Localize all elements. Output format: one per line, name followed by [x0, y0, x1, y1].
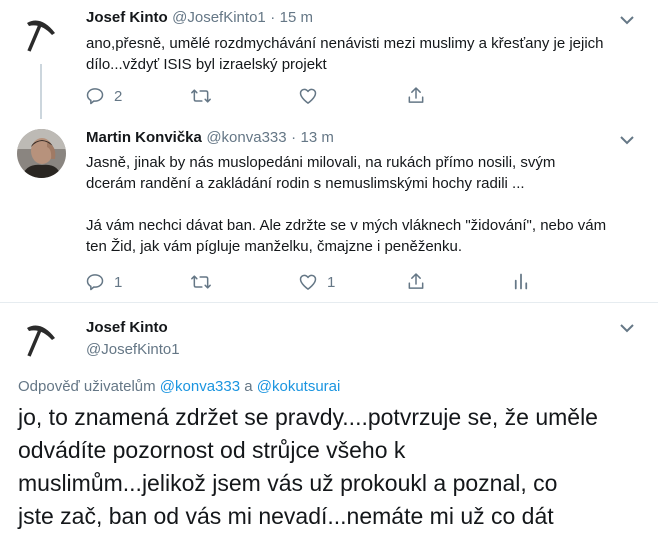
divider [0, 302, 658, 303]
author-name[interactable]: Josef Kinto [86, 319, 168, 336]
timestamp[interactable]: 15 m [280, 9, 313, 26]
avatar-josef-kinto[interactable] [17, 11, 66, 60]
reply-button[interactable]: 1 [85, 272, 122, 292]
text-line: dílo...vždyť ISIS byl izraelský projekt [86, 56, 327, 73]
text-line: odvádíte pozornost od strůjce všeho k [18, 437, 406, 463]
like-button[interactable] [298, 86, 318, 106]
mention-link[interactable]: @kokutsurai [257, 378, 341, 395]
share-icon [408, 273, 424, 289]
text-line: Jasně, jinak by nás muslopedáni milovali… [86, 154, 556, 171]
text-line: jo, to znamená zdržet se pravdy....potvr… [18, 404, 598, 430]
text-line: muslimům...jelikož jsem vás už prokoukl … [18, 470, 558, 496]
tweet-header: Martin Konvička @konva333 · 13 m [86, 129, 334, 147]
mention-link[interactable]: @konva333 [160, 378, 240, 395]
reply-count: 1 [114, 273, 123, 291]
conjunction: a [244, 378, 253, 395]
like-count: 1 [327, 273, 336, 291]
retweet-button[interactable] [190, 272, 212, 292]
chevron-down-icon[interactable] [620, 320, 634, 338]
text-line: Já vám nechci dávat ban. Ale zdržte se v… [86, 217, 607, 234]
author-name[interactable]: Martin Konvička [86, 129, 202, 146]
author-name[interactable]: Josef Kinto [86, 9, 168, 26]
dot-separator: · [291, 129, 297, 146]
timestamp[interactable]: 13 m [301, 129, 334, 146]
tweet-text: ano,přesně, umělé rozdmychávání nenávist… [86, 33, 604, 75]
retweet-button[interactable] [190, 86, 212, 106]
like-button[interactable]: 1 [298, 272, 335, 292]
pickaxe-avatar [17, 11, 66, 60]
photo-avatar [17, 129, 66, 178]
text-line: ten Žid, jak vám pígluje manželku, čmajz… [86, 238, 463, 255]
author-handle[interactable]: @konva333 [206, 129, 286, 146]
dot-separator: · [270, 9, 276, 26]
avatar-josef-kinto[interactable] [17, 316, 66, 365]
text-line: ano,přesně, umělé rozdmychávání nenávist… [86, 35, 604, 52]
tweet-text: Jasně, jinak by nás muslopedáni milovali… [86, 152, 606, 257]
tweet-header: Josef Kinto @JosefKinto1 · 15 m [86, 9, 313, 27]
reply-icon [86, 88, 104, 105]
chevron-down-icon[interactable] [620, 12, 634, 30]
reply-icon [86, 274, 104, 291]
share-button[interactable] [406, 85, 426, 106]
share-button[interactable] [406, 271, 426, 292]
thread-line [40, 64, 42, 119]
analytics-button[interactable] [512, 271, 530, 292]
heart-icon [299, 88, 317, 104]
reply-count: 2 [114, 87, 123, 105]
author-handle[interactable]: @JosefKinto1 [172, 9, 266, 26]
heart-icon [299, 274, 317, 290]
reply-button[interactable]: 2 [85, 86, 122, 106]
text-line: jste zač, ban od vás mi nevadí...nemáte … [18, 503, 554, 529]
author-handle[interactable]: @JosefKinto1 [86, 341, 180, 358]
pickaxe-avatar [17, 316, 66, 365]
replying-to-label: Odpověď uživatelům [18, 378, 156, 395]
tweet-text: jo, to znamená zdržet se pravdy....potvr… [18, 401, 598, 533]
retweet-icon [191, 275, 211, 289]
retweet-icon [191, 89, 211, 103]
share-icon [408, 87, 424, 103]
text-line: dcerám randění a zakládání rodin s nemus… [86, 175, 525, 192]
avatar-martin-konvicka[interactable] [17, 129, 66, 178]
chevron-down-icon[interactable] [620, 132, 634, 150]
analytics-icon [514, 273, 528, 290]
replying-to: Odpověď uživatelům @konva333 a @kokutsur… [18, 378, 340, 395]
